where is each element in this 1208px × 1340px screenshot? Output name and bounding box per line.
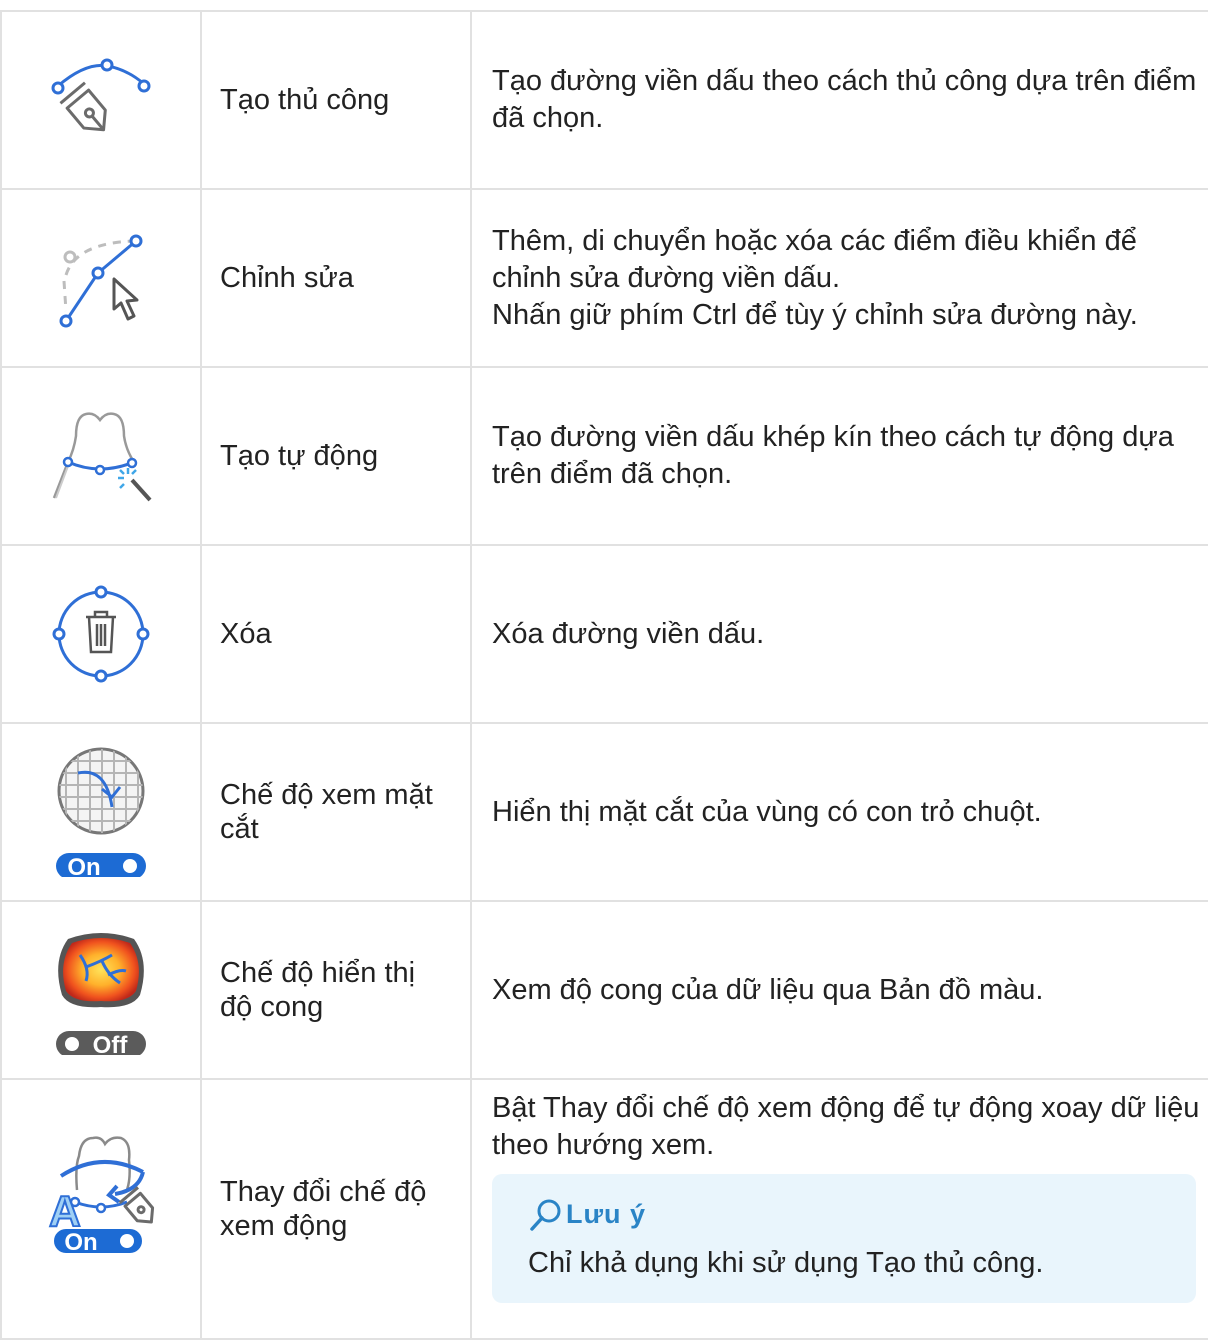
description-text: Bật Thay đổi chế độ xem động để tự động … [492, 1092, 1200, 1161]
tool-icon-cell[interactable]: Off [0, 900, 202, 1080]
note-header: Lưu ý [528, 1196, 1196, 1233]
tool-description: Xem độ cong của dữ liệu qua Bản đồ màu. [470, 900, 1208, 1080]
table-row: Chỉnh sửa Thêm, di chuyển hoặc xóa các đ… [0, 188, 1208, 368]
description-text: Tạo đường viền dấu khép kín theo cách tự… [492, 421, 1174, 490]
table-row: A On Thay đổi chế độ xem động Bật Thay đ… [0, 1078, 1208, 1340]
tool-description: Thêm, di chuyển hoặc xóa các điểm điều k… [470, 188, 1208, 368]
tool-name: Chế độ hiển thị độ cong [200, 900, 472, 1080]
tool-icon-cell[interactable]: A On [0, 1078, 202, 1340]
toggle-off-badge: Off [56, 1031, 146, 1055]
svg-text:Off: Off [93, 1032, 129, 1055]
tool-name: Chỉnh sửa [200, 188, 472, 368]
table-row: Xóa Xóa đường viền dấu. [0, 544, 1208, 724]
cross-section-view-icon: On [56, 747, 146, 877]
auto-margin-wand-icon [52, 412, 152, 502]
svg-text:On: On [67, 854, 100, 877]
tool-description: Bật Thay đổi chế độ xem động để tự động … [470, 1078, 1208, 1340]
description-text: Tạo đường viền dấu theo cách thủ công dự… [492, 65, 1197, 134]
note-box: Lưu ý Chỉ khả dụng khi sử dụng Tạo thủ c… [492, 1174, 1196, 1303]
magnifier-icon [530, 1199, 561, 1231]
trash-icon [86, 610, 116, 654]
description-text: Xóa đường viền dấu. [492, 617, 765, 650]
pen-spline-icon [51, 58, 151, 132]
tool-description: Tạo đường viền dấu theo cách thủ công dự… [470, 10, 1208, 190]
svg-text:On: On [64, 1229, 97, 1256]
table-row: Off Chế độ hiển thị độ cong Xem độ cong … [0, 900, 1208, 1080]
description-text: Hiển thị mặt cắt của vùng có con trỏ chu… [492, 795, 1042, 828]
description-text: Thêm, di chuyển hoặc xóa các điểm điều k… [492, 224, 1137, 294]
tool-icon-cell[interactable]: On [0, 722, 202, 902]
description-text: Xem độ cong của dữ liệu qua Bản đồ màu. [492, 973, 1044, 1006]
tool-description: Hiển thị mặt cắt của vùng có con trỏ chu… [470, 722, 1208, 902]
tool-description: Tạo đường viền dấu khép kín theo cách tự… [470, 366, 1208, 546]
tool-icon-cell [0, 188, 202, 368]
delete-margin-trash-icon [52, 585, 150, 683]
description-text: Nhấn giữ phím Ctrl để tùy ý chỉnh sửa đư… [492, 298, 1138, 331]
tool-icon-cell [0, 366, 202, 546]
note-text: Chỉ khả dụng khi sử dụng Tạo thủ công. [528, 1247, 1044, 1279]
tool-name: Thay đổi chế độ xem động [200, 1078, 472, 1340]
edit-spline-cursor-icon [59, 234, 143, 328]
tool-name: Chế độ xem mặt cắt [200, 722, 472, 902]
tool-description: Xóa đường viền dấu. [470, 544, 1208, 724]
tools-table: Tạo thủ công Tạo đường viền dấu theo các… [0, 10, 1208, 1340]
dynamic-view-rotate-icon: A On [48, 1136, 155, 1256]
curvature-map-icon: Off [56, 933, 146, 1055]
tool-name: Tạo thủ công [200, 10, 472, 190]
tool-icon-cell [0, 544, 202, 724]
table-row: Tạo thủ công Tạo đường viền dấu theo các… [0, 10, 1208, 190]
tool-name: Xóa [200, 544, 472, 724]
table-row: On Chế độ xem mặt cắt Hiển thị mặt cắt c… [0, 722, 1208, 902]
table-row: Tạo tự động Tạo đường viền dấu khép kín … [0, 366, 1208, 546]
tool-name: Tạo tự động [200, 366, 472, 546]
tool-icon-cell [0, 10, 202, 190]
toggle-on-badge: On [52, 1227, 144, 1256]
note-title: Lưu ý [566, 1199, 647, 1229]
toggle-on-badge: On [56, 853, 146, 877]
